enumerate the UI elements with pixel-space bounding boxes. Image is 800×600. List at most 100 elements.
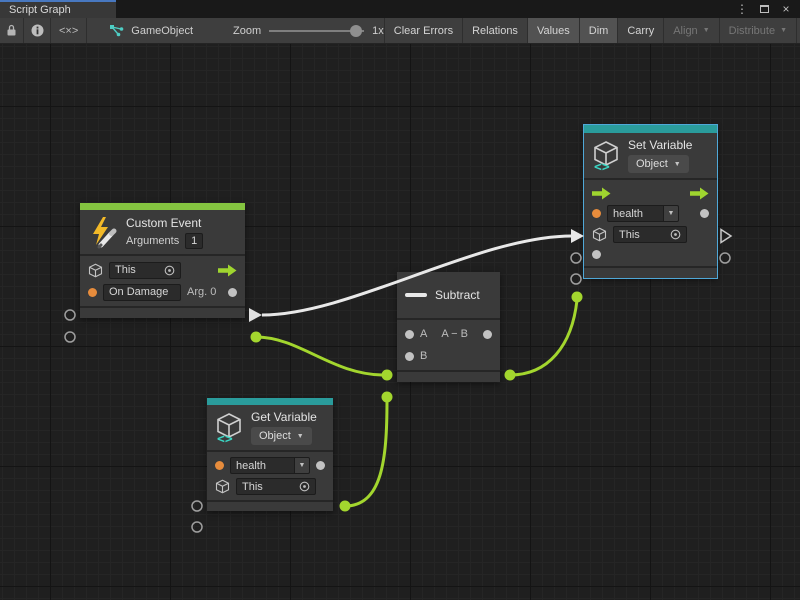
overview-button[interactable]: Overv (796, 18, 800, 43)
set-variable-left-port[interactable] (571, 274, 581, 284)
svg-text:<>: <> (217, 432, 233, 444)
tab-strip: Script Graph ⋮ × (0, 0, 800, 18)
custom-event-left-port[interactable] (65, 332, 75, 342)
result-port[interactable] (483, 330, 492, 339)
node-custom-event[interactable]: Custom Event Arguments 1 This (80, 203, 245, 318)
object-picker-icon[interactable] (670, 229, 681, 240)
event-name-field[interactable]: On Damage (103, 284, 181, 301)
svg-text:<>: <> (594, 160, 610, 172)
flow-output-arrow-icon[interactable] (218, 264, 237, 277)
arguments-label: Arguments (126, 235, 179, 247)
wire-arg0-to-subtract-a[interactable] (256, 337, 384, 375)
node-title: Custom Event (126, 216, 203, 230)
wire-subtract-to-setvariable-value[interactable] (510, 300, 577, 375)
caret-down-icon: ▼ (674, 161, 681, 168)
set-variable-target-row: This (584, 224, 717, 245)
node-set-variable[interactable]: <> Set Variable Object ▼ (584, 125, 717, 278)
input-b-label: B (420, 350, 427, 362)
flow-input-arrow-icon[interactable] (592, 187, 611, 200)
zoom-slider[interactable] (269, 24, 364, 38)
get-variable-target-row: This (207, 476, 333, 497)
node-subtract[interactable]: Subtract A A − B B (397, 272, 500, 382)
input-a-label: A (420, 328, 427, 340)
zoom-slider-knob[interactable] (350, 25, 362, 37)
get-variable-left-port[interactable] (192, 522, 202, 532)
node-footer (584, 266, 717, 278)
object-picker-icon[interactable] (299, 481, 310, 492)
node-footer (397, 370, 500, 382)
variable-kind-dropdown[interactable]: Object ▼ (251, 427, 312, 445)
distribute-label: Distribute (729, 25, 775, 37)
info-icon (31, 24, 44, 37)
arg0-label: Arg. 0 (187, 286, 216, 298)
value-output-port[interactable] (316, 461, 325, 470)
info-button[interactable] (24, 18, 51, 43)
values-button[interactable]: Values (527, 18, 579, 43)
lock-button[interactable] (0, 18, 24, 43)
relations-button[interactable]: Relations (462, 18, 527, 43)
gameobject-cube-icon (215, 479, 230, 494)
subtract-b-row: B (397, 345, 500, 367)
distribute-button[interactable]: Distribute ▼ (719, 18, 796, 43)
variable-name-dropdown[interactable]: health ▼ (607, 205, 679, 222)
result-label: A − B (441, 328, 468, 340)
set-variable-flow-out-port[interactable] (721, 230, 731, 243)
event-accent-bar (80, 203, 245, 210)
edit-graph-button[interactable]: <×> (51, 18, 87, 43)
wire-getvariable-to-subtract-b[interactable] (345, 400, 387, 506)
maximize-icon[interactable] (756, 1, 772, 17)
graph-target-icon (109, 24, 124, 37)
dim-button[interactable]: Dim (579, 18, 618, 43)
value-port[interactable] (88, 288, 97, 297)
close-icon[interactable]: × (778, 1, 794, 17)
subtract-a-row: A A − B (397, 323, 500, 345)
node-title: Set Variable (628, 138, 692, 152)
variable-kind-dropdown[interactable]: Object ▼ (628, 155, 689, 173)
tab-script-graph[interactable]: Script Graph (0, 0, 116, 18)
event-name-value: On Damage (109, 286, 168, 298)
node-get-variable[interactable]: <> Get Variable Object ▼ health (207, 398, 333, 511)
custom-event-icon (88, 215, 118, 249)
zoom-value: 1x (372, 25, 384, 37)
clear-errors-button[interactable]: Clear Errors (384, 18, 462, 43)
target-value: This (115, 264, 136, 276)
get-variable-left-port[interactable] (192, 501, 202, 511)
input-a-port[interactable] (405, 330, 414, 339)
variable-kind-value: Object (636, 158, 668, 170)
window-menu-icon[interactable]: ⋮ (734, 1, 750, 17)
arguments-input[interactable]: 1 (185, 233, 203, 249)
set-variable-right-port[interactable] (720, 253, 730, 263)
target-field[interactable]: This (236, 478, 316, 495)
graph-target[interactable]: GameObject (109, 18, 193, 43)
carry-button[interactable]: Carry (617, 18, 663, 43)
variable-name-value: health (236, 460, 266, 472)
custom-event-left-port[interactable] (65, 310, 75, 320)
zoom-label: Zoom (233, 25, 261, 37)
target-field[interactable]: This (109, 262, 181, 279)
subtract-icon (405, 292, 427, 298)
gameobject-cube-icon (88, 263, 103, 278)
flow-output-arrow-icon[interactable] (690, 187, 709, 200)
custom-event-trigger-port[interactable] (249, 308, 262, 322)
node-footer (207, 500, 333, 511)
graph-canvas[interactable]: Custom Event Arguments 1 This (0, 44, 800, 600)
input-b-port[interactable] (405, 352, 414, 361)
align-button[interactable]: Align ▼ (663, 18, 718, 43)
variable-kind-value: Object (259, 430, 291, 442)
value-output-port[interactable] (700, 209, 709, 218)
zoom-control: Zoom 1x (233, 18, 384, 43)
wire-arrowhead-icon (571, 229, 584, 243)
name-port[interactable] (592, 209, 601, 218)
variable-name-dropdown[interactable]: health ▼ (230, 457, 310, 474)
graph-target-label: GameObject (131, 25, 193, 37)
arg0-port[interactable] (228, 288, 237, 297)
value-input-port[interactable] (592, 250, 601, 259)
variable-cube-icon: <> (215, 412, 243, 444)
name-port[interactable] (215, 461, 224, 470)
set-variable-left-port[interactable] (571, 253, 581, 263)
unity-visual-scripting-window: Script Graph ⋮ × <×> GameObject (0, 0, 800, 600)
caret-down-icon: ▼ (297, 433, 304, 440)
object-picker-icon[interactable] (164, 265, 175, 276)
custom-event-name-row: On Damage Arg. 0 (80, 281, 245, 303)
target-field[interactable]: This (613, 226, 687, 243)
